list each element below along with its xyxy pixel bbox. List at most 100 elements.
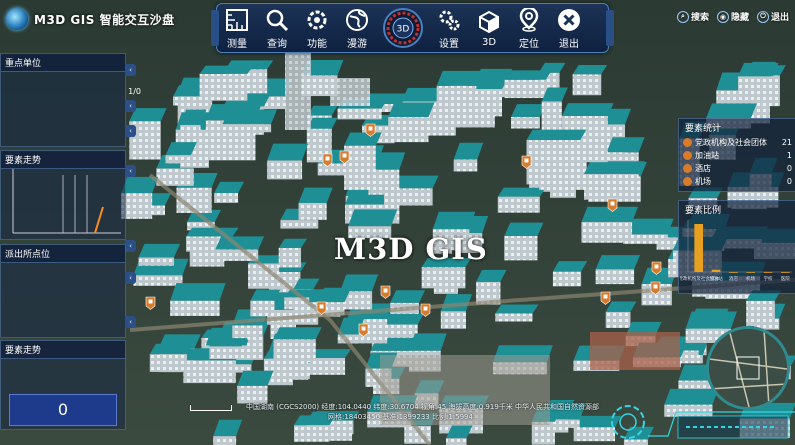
toolbar-left-handle[interactable] [211,10,219,46]
ratio-bar [711,269,721,272]
building-facade [581,221,633,243]
exit-label: 退出 [559,38,579,50]
building-facade [337,108,382,120]
building-facade [165,155,191,164]
stat-value: 1 [786,151,792,160]
poi-marker-icon[interactable] [365,122,376,137]
app-title-text: M3D GIS 智能交互沙盘 [34,12,175,27]
building-facade [133,275,183,286]
app-title: M3D GIS 智能交互沙盘 [6,8,175,30]
poi-marker-icon[interactable] [145,295,156,310]
building-facade [595,269,635,285]
building-roof [267,143,309,161]
query-button[interactable]: 查询 [257,4,297,52]
compass-icon: 3D [383,8,423,48]
building-facade [421,267,466,289]
building-roof [561,103,614,116]
building-roof [685,311,737,329]
building-facade [273,339,316,363]
building-facade [388,116,429,143]
building-roof [504,222,544,237]
building-facade [453,159,478,172]
poi-marker-icon[interactable] [607,197,618,212]
map-pin-icon [519,7,539,32]
element-trend-panel: 要素走势 [0,150,126,240]
building-facade [738,76,773,95]
hotel-icon [683,164,692,173]
top-right-links: ⌕ 搜索 ◉ 隐藏 ⏻ 退出 [676,10,789,23]
building-facade [497,196,540,213]
poi-marker-icon[interactable] [339,149,350,164]
measure-button[interactable]: 测量 [217,4,257,52]
poi-marker-icon[interactable] [420,302,431,317]
3d-button[interactable]: 3D [469,4,509,52]
hide-link[interactable]: ◉ 隐藏 [716,10,749,23]
building-roof [706,103,757,119]
building-roof [738,62,779,77]
element-ratio-chart: 党政机构及社会团体加油站 酒店 机场 学校 医院 [680,220,792,282]
building-facade [436,85,477,122]
panel-collapse-tab[interactable]: ‹ [125,316,136,328]
building-roof [348,209,398,227]
3d-label: 3D [481,36,497,48]
search-link-label: 搜索 [690,13,709,23]
compass-label: 3D [397,25,410,35]
building-roof [595,255,641,270]
search-link[interactable]: ⌕ 搜索 [676,10,709,23]
panel-collapse-tab[interactable]: ‹ [125,240,136,252]
ratio-bar [781,272,790,273]
building-roof [552,261,588,272]
poi-marker-icon[interactable] [651,260,662,275]
locate-button[interactable]: 定位 [509,4,549,52]
settings-button[interactable]: 设置 [429,4,469,52]
exit-button[interactable]: 退出 [549,4,589,52]
poi-marker-icon[interactable] [322,152,333,167]
building-facade [440,311,466,329]
roam-label: 漫游 [347,38,367,50]
building-facade [237,385,268,404]
eye-icon: ◉ [716,10,729,23]
building-facade [495,313,533,322]
poi-marker-icon[interactable] [600,290,611,305]
function-button[interactable]: 功能 [297,4,337,52]
element-stats-panel: 要素统计 党政机构及社会团体 21 加油站 1 酒店 0 机场 0 [678,118,795,192]
3d-compass[interactable]: 3D [381,6,425,50]
status-line-2: 网格:18403456 基准:1399233 比例:1:5994 [328,413,473,421]
poi-marker-icon[interactable] [380,284,391,299]
poi-marker-icon[interactable] [650,280,661,295]
poi-marker-icon[interactable] [521,154,532,169]
panel-collapse-tab[interactable]: ‹ [125,125,136,137]
ratio-category-label: 加油站 [709,275,723,282]
building-roof [237,370,274,386]
center-map-label: M3D GIS [334,232,488,266]
toolbar-right-handle[interactable] [606,10,614,46]
building-facade [232,325,263,340]
stat-value: 0 [786,164,792,173]
poi-marker-icon[interactable] [316,300,327,315]
building-roof [209,338,248,347]
close-icon [558,8,580,31]
building-roof [186,227,239,237]
building-facade [446,438,467,445]
element-ratio-panel: 要素比例 党政机构及社会团体 加油站 酒店 机场 学校 医院 [678,200,795,294]
element-trend-2-panel: 要素走势 0 [0,340,126,430]
power-icon: ⏻ [756,10,769,23]
panel-collapse-tab[interactable]: ‹ [125,272,136,284]
roam-button[interactable]: 漫游 [337,4,377,52]
logout-link[interactable]: ⏻ 退出 [756,10,789,23]
panel-collapse-tab[interactable]: ‹ [125,64,136,76]
stat-row: 酒店 0 [679,162,795,175]
building-facade [222,124,272,133]
stat-value: 0 [786,177,792,186]
stat-row: 党政机构及社会团体 21 [679,136,795,149]
search-icon [266,9,289,31]
stat-name: 机场 [695,177,711,186]
panel-collapse-tab[interactable]: ‹ [125,100,136,112]
building-facade [605,311,631,328]
panel-collapse-tab[interactable]: ‹ [125,165,136,177]
bottom-right-hud [611,405,795,439]
building-facade [280,220,319,229]
building-facade [504,236,538,261]
poi-marker-icon[interactable] [358,322,369,337]
building-roof [138,243,181,258]
